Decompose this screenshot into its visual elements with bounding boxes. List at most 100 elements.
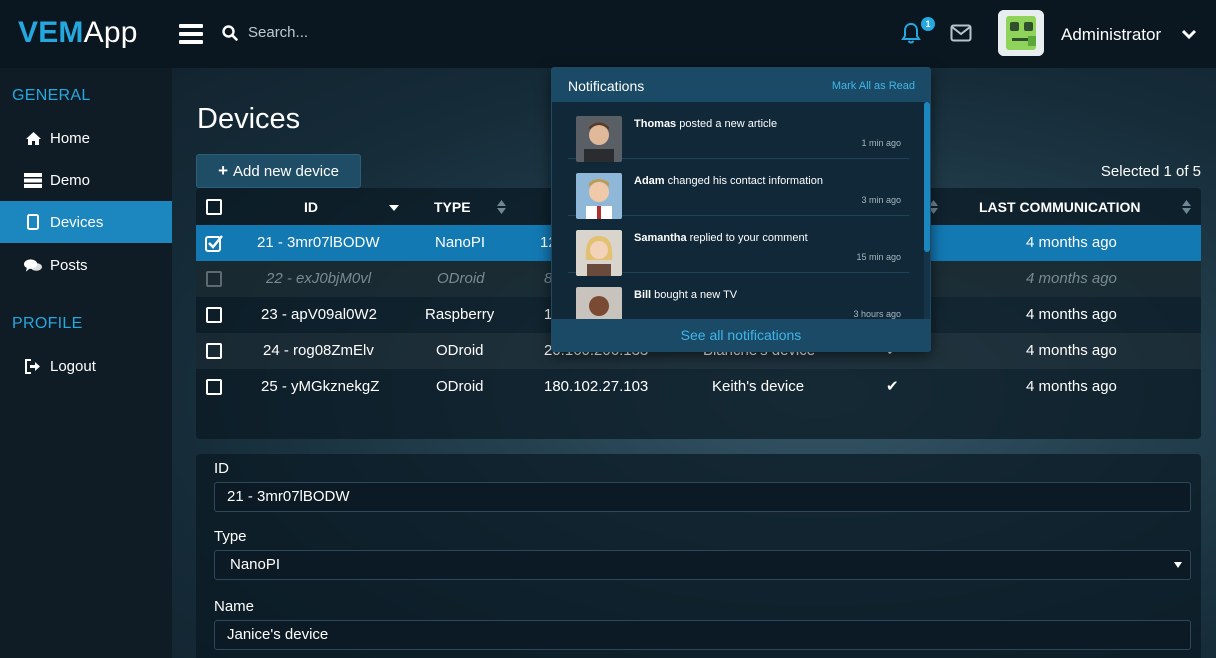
- sidebar-item-logout[interactable]: Logout: [0, 345, 172, 387]
- cell-id: 21 - 3mr07lBODW: [257, 234, 380, 251]
- caret-down-icon: [1174, 562, 1182, 568]
- sidebar-item-label: Posts: [50, 256, 88, 274]
- cell-ip: 180.102.27.103: [544, 378, 649, 395]
- notifications-list: Thomas posted a new article 1 min ago Ad…: [552, 102, 930, 320]
- notification-time: 3 hours ago: [853, 309, 901, 319]
- type-select[interactable]: NanoPI: [214, 550, 1191, 580]
- comments-icon: [24, 257, 42, 273]
- notifications-title: Notifications: [568, 78, 645, 94]
- selection-count: Selected 1 of 5: [1100, 163, 1201, 180]
- sidebar-item-label: Logout: [50, 357, 96, 375]
- notification-item[interactable]: Samantha replied to your comment 15 min …: [568, 216, 909, 276]
- notifications-header: Notifications Mark All as Read: [552, 68, 930, 102]
- scrollbar-thumb[interactable]: [924, 102, 930, 252]
- row-checkbox[interactable]: [206, 271, 222, 287]
- name-field[interactable]: Janice's device: [214, 620, 1191, 650]
- notification-time: 1 min ago: [861, 138, 901, 148]
- mark-all-read-link[interactable]: Mark All as Read: [832, 80, 915, 92]
- sidebar: GENERAL Home Demo Devices Posts PROFILE …: [0, 68, 172, 658]
- cell-name: Keith's device: [712, 378, 805, 395]
- cell-type: Raspberry: [425, 306, 495, 323]
- notification-text: Adam changed his contact information: [634, 175, 823, 187]
- tablet-icon: [24, 214, 42, 230]
- sort-desc-icon[interactable]: [389, 204, 399, 212]
- cell-id: 22 - exJ0bjM0vl: [266, 270, 372, 287]
- cell-id: 24 - rog08ZmElv: [263, 342, 374, 359]
- add-device-label: Add new device: [233, 162, 339, 180]
- server-icon: [24, 172, 42, 188]
- table-row[interactable]: 25 - yMGkznekgZ ODroid 180.102.27.103 Ke…: [196, 369, 1201, 405]
- cell-type: ODroid: [437, 270, 485, 287]
- cell-last-communication: 4 months ago: [1026, 234, 1117, 251]
- app-logo[interactable]: VEMApp: [18, 16, 138, 50]
- sidebar-item-posts[interactable]: Posts: [0, 244, 172, 286]
- cell-id: 25 - yMGkznekgZ: [261, 378, 380, 395]
- avatar: [576, 116, 622, 162]
- notification-text: Samantha replied to your comment: [634, 232, 808, 244]
- sidebar-item-label: Demo: [50, 171, 91, 189]
- logout-icon: [24, 358, 42, 374]
- notifications-scrollbar[interactable]: [924, 102, 930, 320]
- cell-last-communication: 4 months ago: [1026, 342, 1117, 359]
- id-label: ID: [214, 460, 229, 477]
- notification-item[interactable]: Thomas posted a new article 1 min ago: [568, 102, 909, 162]
- add-device-button[interactable]: + Add new device: [196, 154, 361, 188]
- page-title: Devices: [197, 103, 301, 135]
- sort-icon[interactable]: [497, 200, 506, 214]
- name-field-value: Janice's device: [227, 626, 329, 643]
- avatar: [576, 230, 622, 276]
- sidebar-item-devices[interactable]: Devices: [0, 201, 172, 243]
- sidebar-item-home[interactable]: Home: [0, 117, 172, 159]
- search-input[interactable]: [248, 24, 548, 41]
- notification-text: Thomas posted a new article: [634, 118, 778, 130]
- notification-time: 3 min ago: [861, 195, 901, 205]
- sort-icon[interactable]: [1182, 200, 1191, 214]
- search-icon: [222, 24, 238, 41]
- logo-part-2: App: [83, 16, 138, 49]
- cell-type: ODroid: [436, 342, 484, 359]
- cell-type: ODroid: [436, 378, 484, 395]
- user-avatar[interactable]: [998, 10, 1044, 56]
- notification-item[interactable]: Adam changed his contact information 3 m…: [568, 159, 909, 219]
- cell-id: 23 - apV09al0W2: [261, 306, 377, 323]
- user-name[interactable]: Administrator: [1061, 25, 1161, 45]
- column-header-last-communication[interactable]: LAST COMMUNICATION: [979, 188, 1141, 226]
- avatar: [576, 173, 622, 219]
- menu-toggle-icon[interactable]: [179, 24, 203, 44]
- mail-icon[interactable]: [950, 24, 972, 42]
- name-label: Name: [214, 598, 255, 615]
- id-field[interactable]: 21 - 3mr07lBODW: [214, 482, 1191, 512]
- logo-part-1: VEM: [18, 16, 84, 49]
- sidebar-item-label: Devices: [50, 213, 104, 231]
- plus-icon: +: [218, 161, 229, 180]
- column-header-type[interactable]: TYPE: [434, 188, 471, 226]
- device-form: ID 21 - 3mr07lBODW Type NanoPI Name Jani…: [196, 454, 1201, 658]
- cell-last-communication: 4 months ago: [1026, 378, 1117, 395]
- search-bar: [222, 24, 548, 41]
- id-field-value: 21 - 3mr07lBODW: [227, 488, 350, 505]
- row-checkbox[interactable]: [206, 307, 222, 323]
- chevron-down-icon[interactable]: [1181, 27, 1197, 41]
- notification-count-badge: 1: [921, 17, 935, 31]
- top-bar: VEMApp 1 Administrator: [0, 0, 1216, 68]
- see-all-notifications-link[interactable]: See all notifications: [552, 319, 930, 351]
- type-label: Type: [214, 528, 247, 545]
- row-checkbox[interactable]: [206, 379, 222, 395]
- cell-last-communication: 4 months ago: [1026, 306, 1117, 323]
- sidebar-item-demo[interactable]: Demo: [0, 159, 172, 201]
- notification-bell-icon[interactable]: [900, 22, 922, 44]
- column-header-id[interactable]: ID: [304, 188, 318, 226]
- cell-last-communication: 4 months ago: [1026, 270, 1117, 287]
- notifications-dropdown: Notifications Mark All as Read Thomas po…: [551, 67, 931, 352]
- checkbox-checked-icon[interactable]: [205, 234, 223, 252]
- sidebar-item-label: Home: [50, 129, 91, 147]
- notification-time: 15 min ago: [856, 252, 901, 262]
- check-mark-icon: ✔: [886, 378, 899, 395]
- select-all-checkbox[interactable]: [206, 199, 222, 215]
- home-icon: [24, 130, 42, 146]
- cell-type: NanoPI: [435, 234, 486, 251]
- avatar: [576, 287, 622, 320]
- row-checkbox[interactable]: [206, 343, 222, 359]
- sidebar-heading-general: GENERAL: [12, 87, 91, 104]
- notification-item[interactable]: Bill bought a new TV 3 hours ago: [568, 273, 909, 320]
